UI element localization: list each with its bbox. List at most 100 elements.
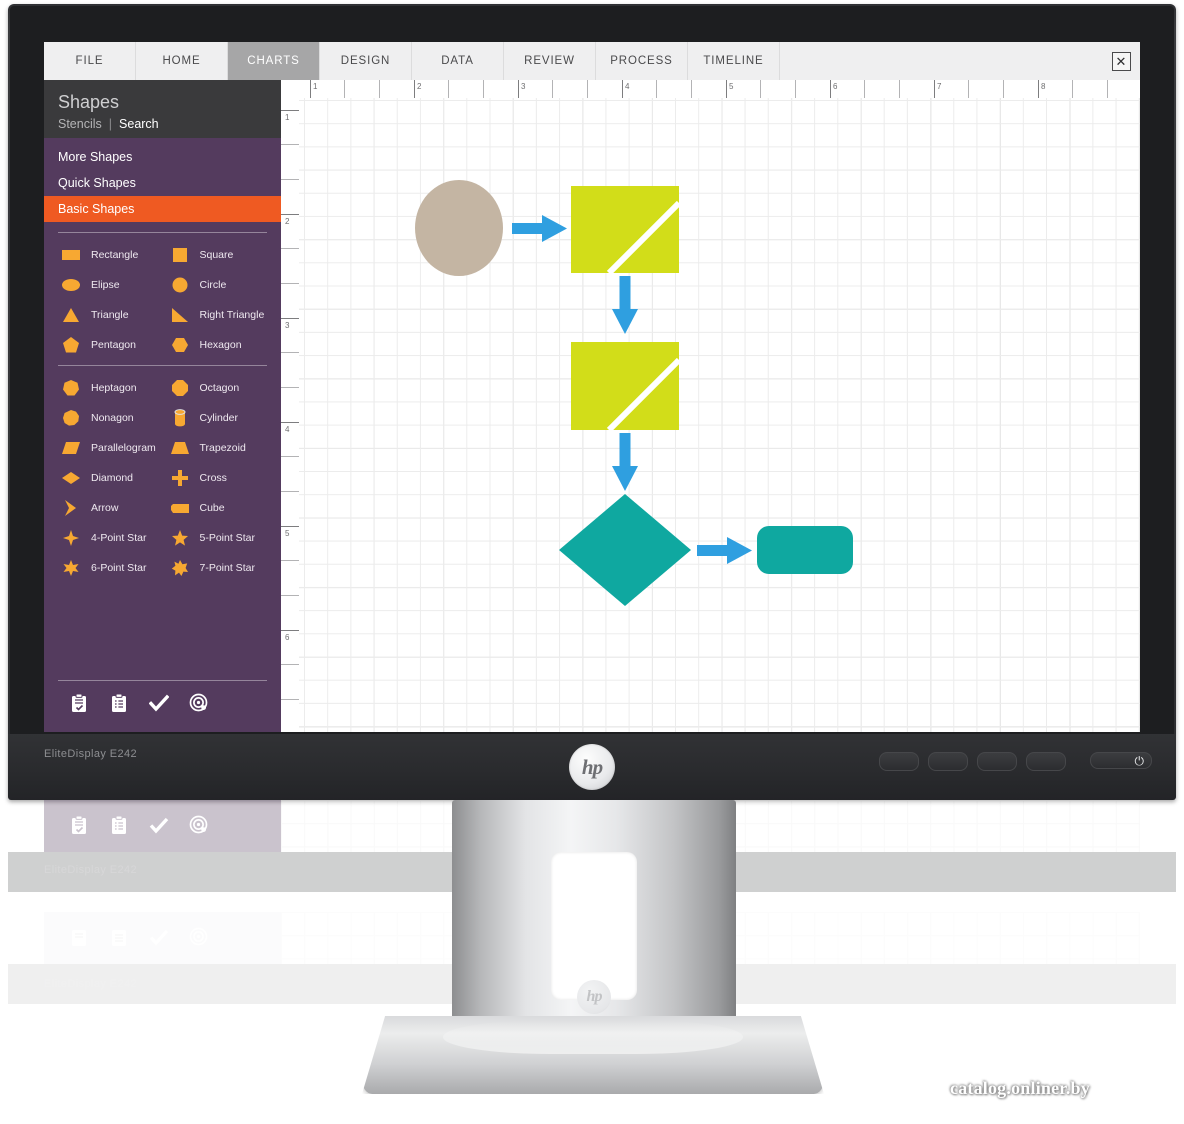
osd-button-2[interactable]	[928, 752, 968, 771]
shape-item-cross[interactable]: Cross	[163, 468, 272, 488]
shape-label: 6-Point Star	[91, 562, 147, 574]
shape-label: Diamond	[91, 472, 134, 484]
reflection-sidebar-2	[44, 912, 281, 964]
reflection-model-label-2: EliteDisplay E242	[44, 978, 137, 990]
diagram-grid[interactable]	[299, 98, 1140, 732]
shape-item-octagon[interactable]: Octagon	[163, 378, 272, 398]
ruler-h-label: 7	[937, 82, 942, 91]
monitor-stand-neck: hp hp	[452, 800, 736, 1032]
shape-item-cylinder[interactable]: Cylinder	[163, 408, 272, 428]
osd-button-3[interactable]	[977, 752, 1017, 771]
shape-item-circle[interactable]: Circle	[163, 275, 272, 295]
connector-ellipse-to-square[interactable]	[512, 215, 567, 242]
osd-button-group	[879, 752, 1066, 771]
subnav-stencils[interactable]: Stencils	[58, 117, 102, 131]
shape-item-trapezoid[interactable]: Trapezoid	[163, 438, 272, 458]
shape-list: Rectangle Square Elipse Circle Triangle …	[44, 245, 281, 355]
stencil-category-list: More Shapes Quick Shapes Basic Shapes	[44, 138, 281, 222]
power-button[interactable]: ⏻	[1090, 752, 1152, 769]
ribbon-tabbar: FILE HOME CHARTS DESIGN DATA REVIEW PROC…	[44, 42, 1140, 81]
tab-timeline[interactable]: TIMELINE	[688, 42, 780, 80]
clipboard-list-icon	[106, 812, 132, 838]
ruler-h-label: 3	[521, 82, 526, 91]
shape-item-4-point-star[interactable]: 4-Point Star	[54, 528, 163, 548]
shape-label: Octagon	[199, 382, 240, 394]
shape-label: Trapezoid	[199, 442, 246, 454]
canvas-diamond[interactable]	[559, 494, 691, 606]
monitor-model-label: EliteDisplay E242	[44, 748, 138, 760]
tab-charts[interactable]: CHARTS	[228, 42, 320, 80]
target-icon	[186, 812, 212, 838]
clipboard-list-icon[interactable]	[106, 690, 132, 716]
window-close-button[interactable]: ✕	[1102, 42, 1140, 80]
hexagon-icon	[169, 335, 191, 355]
cube-icon	[169, 498, 191, 518]
category-quick-shapes[interactable]: Quick Shapes	[44, 170, 281, 196]
shape-label: Cross	[199, 472, 227, 484]
watermark: catalog.onliner.by	[950, 1078, 1090, 1098]
tab-process[interactable]: PROCESS	[596, 42, 688, 80]
shape-item-heptagon[interactable]: Heptagon	[54, 378, 163, 398]
tab-data[interactable]: DATA	[412, 42, 504, 80]
power-icon: ⏻	[1134, 753, 1145, 768]
shape-item-triangle[interactable]: Triangle	[54, 305, 163, 325]
ruler-corner	[281, 80, 299, 98]
category-basic-shapes[interactable]: Basic Shapes	[44, 196, 281, 222]
shape-item-arrow[interactable]: Arrow	[54, 498, 163, 518]
shape-item-diamond[interactable]: Diamond	[54, 468, 163, 488]
tab-home[interactable]: HOME	[136, 42, 228, 80]
diamond-icon	[60, 468, 82, 488]
shape-item-right-triangle[interactable]: Right Triangle	[163, 305, 272, 325]
horizontal-ruler[interactable]: 1 2 3 4 5 6 7 8 9	[281, 80, 1140, 99]
ruler-h-label: 2	[417, 82, 422, 91]
shape-item-square[interactable]: Square	[163, 245, 272, 265]
shape-item-7-point-star[interactable]: 7-Point Star	[163, 558, 272, 578]
vertical-ruler[interactable]: 1 2 3 4 5 6 7 8	[281, 98, 300, 732]
subnav-search[interactable]: Search	[119, 117, 159, 131]
osd-button-1[interactable]	[879, 752, 919, 771]
hp-logo: hp	[569, 744, 615, 790]
monitor-bezel-bottom: EliteDisplay E242 hp ⏻	[8, 734, 1176, 800]
shape-item-pentagon[interactable]: Pentagon	[54, 335, 163, 355]
canvas-ellipse[interactable]	[415, 180, 503, 276]
shape-label: Arrow	[91, 502, 119, 514]
connector-square-to-diamond[interactable]	[612, 433, 638, 491]
shape-item-parallelogram[interactable]: Parallelogram	[54, 438, 163, 458]
shape-item-6-point-star[interactable]: 6-Point Star	[54, 558, 163, 578]
target-icon[interactable]	[186, 690, 212, 716]
sidebar-divider-bottom	[58, 680, 267, 681]
shape-label: Elipse	[91, 279, 120, 291]
subnav-separator: |	[108, 117, 113, 131]
tab-file[interactable]: FILE	[44, 42, 136, 80]
shape-item-rectangle[interactable]: Rectangle	[54, 245, 163, 265]
ruler-v-label: 2	[285, 217, 290, 226]
shape-label: Parallelogram	[91, 442, 156, 454]
sidebar-divider-top	[58, 232, 267, 233]
category-more-shapes[interactable]: More Shapes	[44, 144, 281, 170]
clipboard-check-icon[interactable]	[66, 690, 92, 716]
shape-item-elipse[interactable]: Elipse	[54, 275, 163, 295]
ellipse-icon	[60, 275, 82, 295]
checkmark-icon[interactable]	[146, 690, 172, 716]
stand-base-highlight	[443, 1020, 743, 1054]
shape-item-cube[interactable]: Cube	[163, 498, 272, 518]
app-window: FILE HOME CHARTS DESIGN DATA REVIEW PROC…	[44, 42, 1140, 732]
tab-design[interactable]: DESIGN	[320, 42, 412, 80]
canvas-rounded-rect[interactable]	[757, 526, 853, 574]
monitor: FILE HOME CHARTS DESIGN DATA REVIEW PROC…	[8, 4, 1176, 800]
shape-item-nonagon[interactable]: Nonagon	[54, 408, 163, 428]
circle-icon	[169, 275, 191, 295]
sidebar-title: Shapes	[58, 92, 120, 112]
osd-button-4[interactable]	[1026, 752, 1066, 771]
tab-review[interactable]: REVIEW	[504, 42, 596, 80]
shape-label: Heptagon	[91, 382, 137, 394]
shape-item-hexagon[interactable]: Hexagon	[163, 335, 272, 355]
monitor-screen: FILE HOME CHARTS DESIGN DATA REVIEW PROC…	[44, 42, 1140, 732]
parallelogram-icon	[60, 438, 82, 458]
shape-item-5-point-star[interactable]: 5-Point Star	[163, 528, 272, 548]
connector-diamond-to-rect[interactable]	[697, 537, 752, 564]
star-4-icon	[60, 528, 82, 548]
connector-square-to-square[interactable]	[612, 276, 638, 334]
shape-label: Cube	[199, 502, 225, 514]
monitor-stand-base	[362, 1016, 824, 1094]
